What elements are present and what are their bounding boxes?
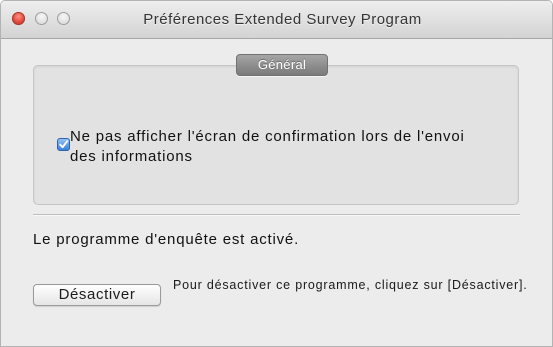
general-group-box: Général Ne pas afficher l'écran de confi… — [33, 54, 519, 205]
title-bar: Préférences Extended Survey Program — [1, 1, 552, 39]
deactivate-button-label: Désactiver — [58, 286, 136, 303]
confirmation-checkbox-label[interactable]: Ne pas afficher l'écran de confirmation … — [70, 127, 482, 167]
general-group-label: Général — [236, 54, 328, 76]
confirmation-checkbox[interactable] — [57, 138, 70, 151]
deactivate-button[interactable]: Désactiver — [33, 284, 161, 306]
separator — [33, 214, 520, 216]
window-title: Préférences Extended Survey Program — [143, 11, 422, 28]
deactivate-hint: Pour désactiver ce programme, cliquez su… — [173, 278, 528, 292]
checkmark-icon — [59, 140, 69, 149]
preferences-window: Préférences Extended Survey Program Géné… — [0, 0, 553, 347]
status-text: Le programme d'enquête est activé. — [33, 231, 300, 248]
